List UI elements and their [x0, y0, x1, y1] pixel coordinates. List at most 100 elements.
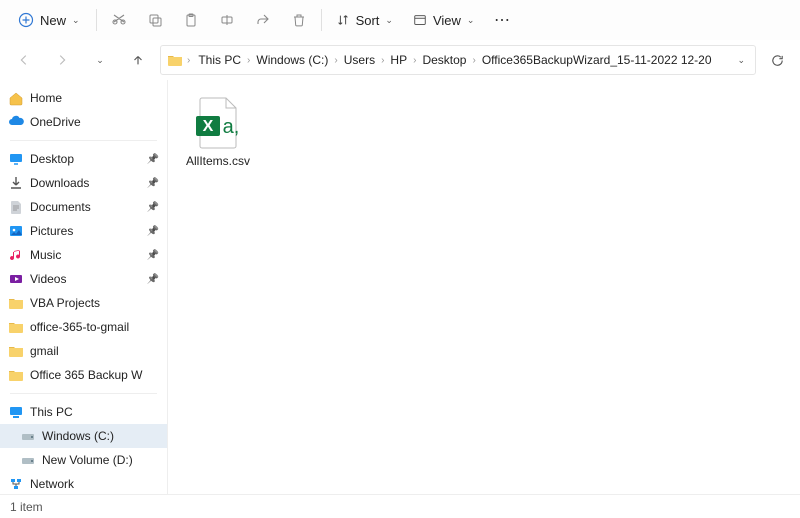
sidebar-item-windows-c-[interactable]: Windows (C:) — [0, 424, 167, 448]
folder-icon — [8, 367, 24, 383]
rename-button[interactable] — [211, 4, 243, 36]
file-pane[interactable]: Xa,AllItems.csv — [168, 80, 800, 494]
sidebar-item-label: Downloads — [30, 176, 141, 190]
navigation-bar: ⌄ › This PC›Windows (C:)›Users›HP›Deskto… — [0, 40, 800, 80]
sidebar-item-desktop[interactable]: Desktop📌 — [0, 147, 167, 171]
share-button[interactable] — [247, 4, 279, 36]
sidebar-item-pictures[interactable]: Pictures📌 — [0, 219, 167, 243]
sidebar-item-vba-projects[interactable]: VBA Projects — [0, 291, 167, 315]
sidebar-item-office-365-backup-w[interactable]: Office 365 Backup W — [0, 363, 167, 387]
sidebar-item-label: Documents — [30, 200, 141, 214]
arrow-left-icon — [17, 53, 31, 67]
onedrive-icon — [8, 114, 24, 130]
folder-icon — [8, 319, 24, 335]
separator — [10, 393, 157, 394]
sidebar-item-office-365-to-gmail[interactable]: office-365-to-gmail — [0, 315, 167, 339]
sidebar-item-music[interactable]: Music📌 — [0, 243, 167, 267]
more-button[interactable]: ⋯ — [486, 4, 518, 36]
breadcrumb-item[interactable]: Windows (C:) — [252, 51, 332, 69]
sidebar-item-label: Videos — [30, 272, 141, 286]
sidebar-item-this-pc[interactable]: This PC — [0, 400, 167, 424]
pin-icon: 📌 — [147, 178, 159, 189]
music-icon — [8, 247, 24, 263]
arrow-up-icon — [131, 53, 145, 67]
chevron-right-icon: › — [332, 55, 339, 66]
chevron-right-icon: › — [245, 55, 252, 66]
separator — [96, 9, 97, 31]
chevron-down-icon: ⌄ — [385, 15, 393, 26]
status-text: 1 item — [10, 500, 43, 514]
breadcrumb-item[interactable]: Office365BackupWizard_15-11-2022 12-20 — [478, 51, 716, 69]
copy-icon — [147, 12, 163, 28]
new-button[interactable]: New ⌄ — [8, 8, 90, 32]
rename-icon — [219, 12, 235, 28]
recent-button[interactable]: ⌄ — [84, 44, 116, 76]
separator — [321, 9, 322, 31]
downloads-icon — [8, 175, 24, 191]
refresh-icon — [770, 53, 785, 68]
documents-icon — [8, 199, 24, 215]
breadcrumb-item[interactable]: Users — [340, 51, 379, 69]
sidebar-item-label: Network — [30, 477, 159, 491]
share-icon — [255, 12, 271, 28]
body: Home OneDrive Desktop📌 Downloads 📌 Documents 📌… — [0, 80, 800, 494]
cut-button[interactable] — [103, 4, 135, 36]
chevron-right-icon: › — [411, 55, 418, 66]
copy-button[interactable] — [139, 4, 171, 36]
sidebar-item-label: OneDrive — [30, 115, 159, 129]
chevron-down-icon[interactable]: ⌄ — [737, 55, 745, 66]
address-bar[interactable]: › This PC›Windows (C:)›Users›HP›Desktop›… — [160, 45, 756, 75]
chevron-right-icon: › — [379, 55, 386, 66]
csv-file-icon: Xa, — [190, 94, 246, 150]
desktop-icon — [8, 151, 24, 167]
sidebar[interactable]: Home OneDrive Desktop📌 Downloads 📌 Documents 📌… — [0, 80, 168, 494]
sidebar-item-videos[interactable]: Videos📌 — [0, 267, 167, 291]
paste-button[interactable] — [175, 4, 207, 36]
forward-button[interactable] — [46, 44, 78, 76]
view-icon — [413, 13, 427, 27]
sort-button[interactable]: Sort ⌄ — [328, 9, 401, 32]
refresh-button[interactable] — [762, 45, 792, 75]
back-button[interactable] — [8, 44, 40, 76]
folder-icon — [167, 52, 183, 68]
sidebar-item-label: gmail — [30, 344, 159, 358]
pin-icon: 📌 — [147, 154, 159, 165]
up-button[interactable] — [122, 44, 154, 76]
breadcrumb-item[interactable]: HP — [386, 51, 411, 69]
sidebar-item-new-volume-d-[interactable]: New Volume (D:) — [0, 448, 167, 472]
drive-icon — [20, 452, 36, 468]
delete-button[interactable] — [283, 4, 315, 36]
breadcrumb-item[interactable]: Desktop — [418, 51, 470, 69]
file-item[interactable]: Xa,AllItems.csv — [178, 90, 258, 172]
svg-text:X: X — [203, 118, 214, 135]
home-icon — [8, 90, 24, 106]
breadcrumb-item[interactable]: This PC — [194, 51, 245, 69]
svg-text:a,: a, — [223, 116, 240, 138]
chevron-down-icon: ⌄ — [96, 55, 104, 66]
sidebar-item-network[interactable]: Network — [0, 472, 167, 494]
sidebar-item-label: Music — [30, 248, 141, 262]
videos-icon — [8, 271, 24, 287]
status-bar: 1 item — [0, 494, 800, 518]
sidebar-item-label: office-365-to-gmail — [30, 320, 159, 334]
pin-icon: 📌 — [147, 202, 159, 213]
sidebar-item-downloads[interactable]: Downloads 📌 — [0, 171, 167, 195]
sort-icon — [336, 13, 350, 27]
sidebar-item-label: Pictures — [30, 224, 141, 238]
sidebar-item-label: VBA Projects — [30, 296, 159, 310]
sidebar-item-label: This PC — [30, 405, 159, 419]
plus-circle-icon — [18, 12, 34, 28]
chevron-right-icon: › — [185, 55, 192, 66]
sidebar-item-home[interactable]: Home — [0, 86, 167, 110]
cut-icon — [111, 12, 127, 28]
pc-icon — [8, 404, 24, 420]
network-icon — [8, 476, 24, 492]
view-button[interactable]: View ⌄ — [405, 9, 483, 32]
toolbar: New ⌄ Sort ⌄ View ⌄ ⋯ — [0, 0, 800, 40]
sidebar-item-onedrive[interactable]: OneDrive — [0, 110, 167, 134]
view-label: View — [433, 13, 461, 28]
sidebar-item-gmail[interactable]: gmail — [0, 339, 167, 363]
pictures-icon — [8, 223, 24, 239]
folder-icon — [8, 295, 24, 311]
sidebar-item-documents[interactable]: Documents 📌 — [0, 195, 167, 219]
